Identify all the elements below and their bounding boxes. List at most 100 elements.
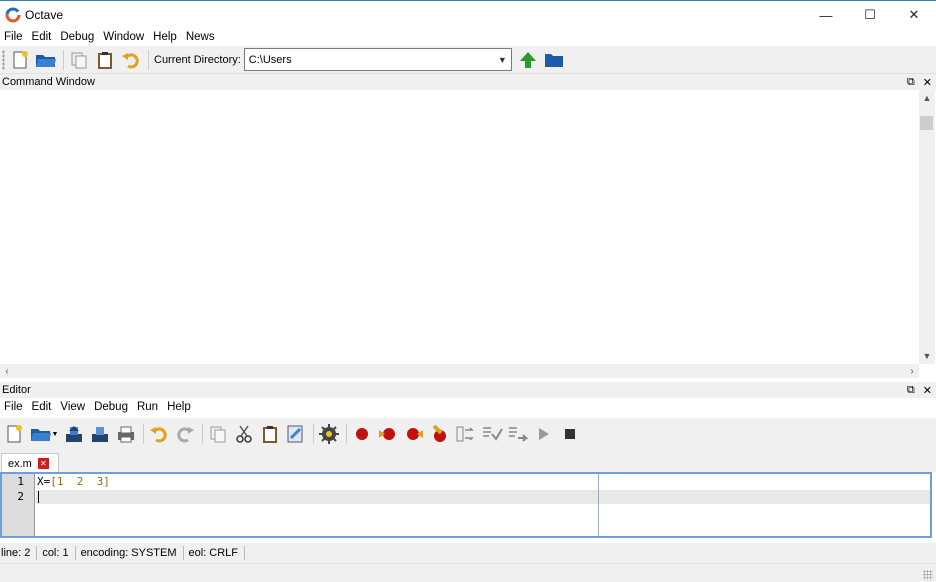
cut-button[interactable] (232, 421, 256, 447)
close-tab-icon[interactable]: ✕ (37, 458, 49, 469)
status-eol-value: CRLF (209, 547, 238, 559)
menu-news[interactable]: News (182, 31, 219, 43)
scroll-down-icon[interactable]: ▼ (919, 348, 935, 364)
editor-menu-edit[interactable]: Edit (28, 401, 56, 413)
previous-breakpoint-icon (407, 428, 423, 440)
status-line-label: line: (1, 547, 22, 559)
new-script-button[interactable] (8, 48, 32, 72)
editor-menu-help[interactable]: Help (163, 401, 195, 413)
editor-menu-file[interactable]: File (0, 401, 27, 413)
close-window-button[interactable]: ✕ (892, 1, 936, 29)
quit-debug-button[interactable] (558, 421, 582, 447)
browse-directory-button[interactable] (542, 48, 566, 72)
code-numbers: 1 2 3 (56, 475, 104, 488)
command-window-area[interactable] (0, 90, 919, 364)
parent-directory-button[interactable] (516, 48, 540, 72)
next-breakpoint-button[interactable] (376, 421, 400, 447)
toolbar-grip[interactable] (2, 49, 5, 70)
line-number-gutter: 1 2 (2, 474, 35, 536)
close-icon[interactable]: ✕ (923, 384, 932, 397)
editor-tab-ex-m[interactable]: ex.m ✕ (1, 453, 59, 473)
toolbar-separator (202, 424, 203, 444)
menu-file[interactable]: File (0, 31, 27, 43)
current-directory-combo[interactable]: C:\Users ▼ (243, 48, 512, 71)
current-directory-value: C:\Users (248, 53, 292, 66)
save-as-button[interactable] (88, 421, 112, 447)
undo-icon (150, 427, 167, 443)
scroll-right-icon[interactable]: › (905, 364, 919, 378)
code-line[interactable]: X=[1 2 3] (37, 475, 110, 488)
copy-button[interactable] (67, 48, 91, 72)
undo-button[interactable] (119, 48, 143, 72)
undo-icon (122, 52, 139, 68)
find-replace-button[interactable] (284, 421, 308, 447)
menu-edit[interactable]: Edit (28, 31, 56, 43)
toolbar-separator (143, 424, 144, 444)
editor-new-button[interactable] (2, 421, 26, 447)
new-script-icon (7, 425, 22, 443)
continue-button[interactable] (532, 421, 556, 447)
print-button[interactable] (114, 421, 138, 447)
toolbar-separator (313, 424, 314, 444)
step-in-button[interactable] (480, 421, 504, 447)
scroll-up-icon[interactable]: ▲ (919, 90, 935, 106)
breakpoint-icon (356, 428, 368, 440)
editor-title: Editor (2, 384, 31, 396)
resize-grip-icon[interactable] (923, 570, 933, 580)
copy-icon (71, 52, 87, 68)
line-number: 2 (17, 490, 24, 503)
step-out-button[interactable] (506, 421, 530, 447)
undock-icon[interactable]: ⧉ (907, 384, 915, 397)
octave-logo-icon (5, 7, 21, 22)
save-button[interactable] (62, 421, 86, 447)
main-toolbar: Current Directory: C:\Users ▼ (0, 46, 936, 74)
paste-button[interactable] (93, 48, 117, 72)
menu-window[interactable]: Window (99, 31, 148, 43)
editor-title-bar: Editor ⧉ ✕ (0, 382, 936, 398)
step-icon (456, 426, 474, 442)
run-button[interactable] (317, 421, 341, 447)
editor-menu-view[interactable]: View (56, 401, 89, 413)
undock-icon[interactable]: ⧉ (907, 76, 915, 89)
status-bar: line: 2 col: 1 encoding: SYSTEM eol: CRL… (0, 543, 936, 563)
open-file-button[interactable] (34, 48, 58, 72)
editor-menu-run[interactable]: Run (133, 401, 162, 413)
go-up-icon (519, 51, 536, 68)
step-out-icon (509, 427, 529, 442)
menu-debug[interactable]: Debug (56, 31, 98, 43)
toolbar-separator (148, 49, 149, 70)
maximize-button[interactable]: ☐ (848, 1, 892, 29)
editor-copy-button[interactable] (206, 421, 230, 447)
scroll-left-icon[interactable]: ‹ (0, 364, 14, 378)
editor-menu-debug[interactable]: Debug (90, 401, 132, 413)
status-col: col: 1 (41, 546, 76, 560)
save-as-icon (92, 427, 108, 442)
browse-folder-icon (544, 53, 563, 67)
remove-breakpoints-icon (432, 424, 446, 442)
find-replace-icon (287, 425, 303, 443)
close-icon[interactable]: ✕ (923, 76, 932, 89)
code-editor[interactable]: 1 2 X=[1 2 3] (0, 472, 932, 538)
toggle-breakpoint-button[interactable] (350, 421, 374, 447)
remove-breakpoints-button[interactable] (428, 421, 452, 447)
chevron-down-icon[interactable]: ▼ (498, 55, 507, 65)
text-caret (38, 491, 39, 503)
tab-label: ex.m (8, 457, 32, 470)
redo-button[interactable] (173, 421, 197, 447)
editor-paste-button[interactable] (258, 421, 282, 447)
menu-help[interactable]: Help (149, 31, 181, 43)
command-window-horizontal-scrollbar[interactable]: ‹ › (0, 364, 919, 378)
command-window-vertical-scrollbar[interactable]: ▲ ▼ (919, 90, 935, 364)
editor-undo-button[interactable] (147, 421, 171, 447)
editor-open-button[interactable]: ▼ (28, 421, 60, 447)
editor-tab-bar: ex.m ✕ (0, 450, 936, 473)
long-line-marker (598, 474, 599, 536)
scrollbar-thumb[interactable] (920, 116, 933, 130)
redo-icon (177, 427, 194, 443)
minimize-button[interactable]: — (804, 1, 848, 29)
dropdown-arrow-icon[interactable]: ▼ (52, 431, 59, 438)
status-eol-label: eol: (188, 547, 207, 559)
previous-breakpoint-button[interactable] (402, 421, 426, 447)
command-window-title: Command Window (2, 76, 95, 88)
step-button[interactable] (454, 421, 478, 447)
